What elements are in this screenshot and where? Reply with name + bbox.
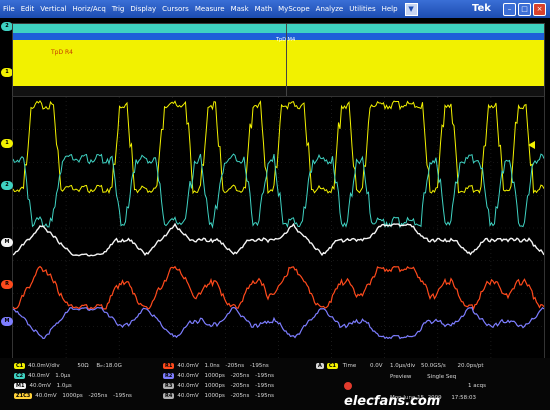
waveform-graticule[interactable] bbox=[12, 96, 545, 360]
math-waveform bbox=[12, 222, 545, 257]
reference-1-marker[interactable]: R bbox=[1, 280, 13, 289]
trigger-level-icon[interactable] bbox=[528, 141, 535, 149]
menu-trig[interactable]: Trig bbox=[109, 0, 128, 18]
menu-bar: File Edit Vertical Horiz/Acq Trig Displa… bbox=[0, 0, 550, 18]
waveform-canvas bbox=[12, 97, 545, 359]
menu-display[interactable]: Display bbox=[127, 0, 159, 18]
overview-strip: 2 1 TpD R4 TpD M4 bbox=[0, 18, 550, 97]
reference-2-marker[interactable]: M bbox=[1, 317, 13, 326]
acquisition-count: 1 acqs bbox=[468, 383, 486, 389]
menu-measure[interactable]: Measure bbox=[192, 0, 228, 18]
readout-panel: C1 40.0mV/div 50Ω Bₘ:18.0G C2 40.0mV 1.0μs… bbox=[0, 358, 550, 410]
minimize-button[interactable]: – bbox=[503, 3, 516, 16]
math-marker[interactable]: M bbox=[1, 238, 13, 247]
watermark-dot-icon bbox=[344, 382, 352, 390]
menu-edit[interactable]: Edit bbox=[18, 0, 38, 18]
menu-vertical[interactable]: Vertical bbox=[37, 0, 69, 18]
r1-readout[interactable]: R1 40.0mV 1.0ns -205ns -195ns bbox=[163, 363, 269, 369]
r2-readout[interactable]: R2 40.0mV 1000ps -205ns -195ns bbox=[163, 373, 274, 379]
watermark-logo: elecfans.com bbox=[344, 379, 440, 409]
overview-baseline bbox=[13, 86, 544, 96]
menu-math[interactable]: Math bbox=[252, 0, 276, 18]
overview-trigger-cursor[interactable] bbox=[286, 24, 287, 96]
channel-2-waveform bbox=[12, 153, 545, 229]
menu-help[interactable]: Help bbox=[379, 0, 401, 18]
menu-utilities[interactable]: Utilities bbox=[346, 0, 378, 18]
triangle-down-icon[interactable]: ▼ bbox=[404, 2, 418, 16]
channel-1-waveform bbox=[12, 100, 545, 195]
overview-waveform-area[interactable]: TpD R4 TpD M4 bbox=[12, 23, 545, 97]
overview-channel-1-trace bbox=[13, 40, 544, 86]
maximize-button[interactable]: □ bbox=[518, 3, 531, 16]
menu-myscope[interactable]: MyScope bbox=[275, 0, 313, 18]
overview-trigger-label: TpD M4 bbox=[276, 37, 296, 43]
overview-channel-2-trace bbox=[13, 24, 544, 33]
reference-1-waveform bbox=[12, 265, 545, 311]
menu-file[interactable]: File bbox=[0, 0, 18, 18]
m1-readout[interactable]: M1 40.0mV 1.0μs bbox=[14, 383, 72, 389]
menu-cursors[interactable]: Cursors bbox=[159, 0, 192, 18]
trigger-readout[interactable]: A C1 Time 0.0V bbox=[316, 363, 383, 369]
z1-readout[interactable]: Z1C3 40.0mV 1000ps -205ns -195ns bbox=[14, 393, 132, 399]
brand-logo: Tek bbox=[472, 3, 491, 14]
overview-label: TpD R4 bbox=[51, 49, 73, 56]
close-button[interactable]: × bbox=[533, 3, 546, 16]
r4-readout[interactable]: R4 40.0mV 1000ps -205ns -195ns bbox=[163, 393, 274, 399]
channel-2-marker[interactable]: 2 bbox=[1, 181, 13, 190]
menu-analyze[interactable]: Analyze bbox=[313, 0, 347, 18]
channel-1-marker[interactable]: 1 bbox=[1, 139, 13, 148]
ch1-readout[interactable]: C1 40.0mV/div 50Ω Bₘ:18.0G bbox=[14, 363, 122, 369]
menu-horiz-acq[interactable]: Horiz/Acq bbox=[69, 0, 108, 18]
r3-readout[interactable]: R3 40.0mV 1000ps -205ns -195ns bbox=[163, 383, 274, 389]
acquisition-readout[interactable]: 1.0μs/div 50.0GS/s 20.0ps/pt bbox=[390, 363, 484, 369]
menu-mask[interactable]: Mask bbox=[228, 0, 252, 18]
ch2-readout[interactable]: C2 40.0mV 1.0μs bbox=[14, 373, 70, 379]
